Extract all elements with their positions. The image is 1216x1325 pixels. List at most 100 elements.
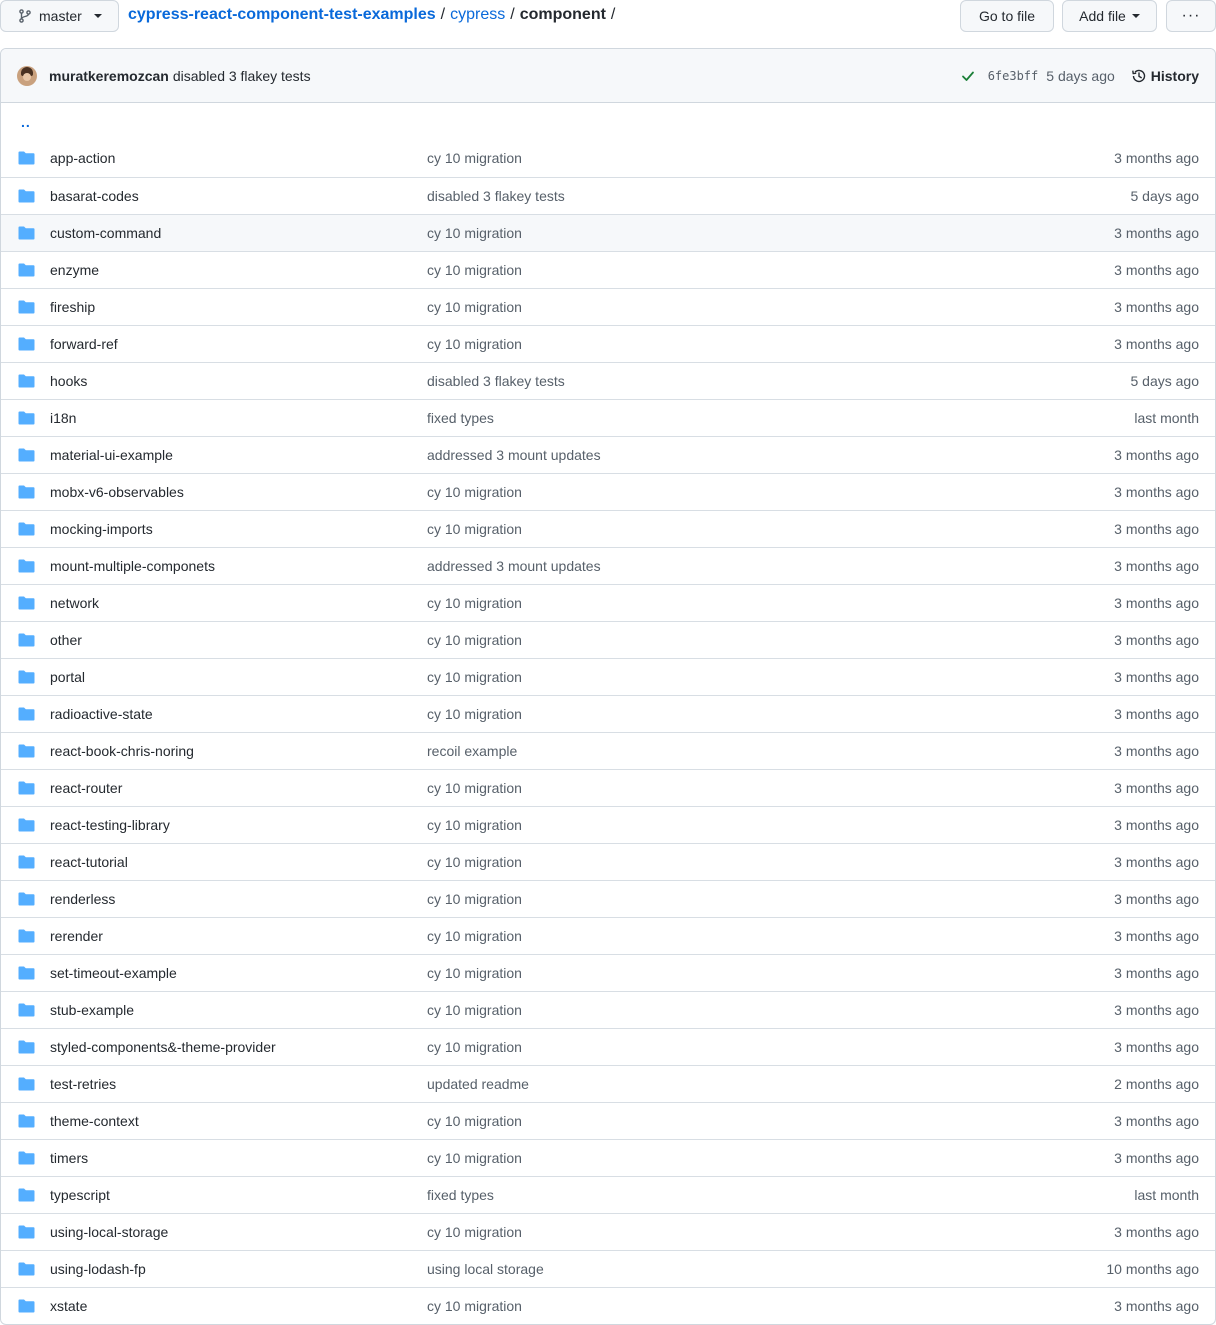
file-commit-message-link[interactable]: cy 10 migration: [427, 299, 522, 315]
file-commit-message-link[interactable]: cy 10 migration: [427, 595, 522, 611]
file-commit-message-link[interactable]: recoil example: [427, 743, 517, 759]
file-commit-message-link[interactable]: addressed 3 mount updates: [427, 558, 601, 574]
file-row[interactable]: custom-command cy 10 migration 3 months ag…: [1, 214, 1215, 251]
file-name-link[interactable]: timers: [50, 1150, 88, 1166]
file-row[interactable]: material-ui-example addressed 3 mount upd…: [1, 436, 1215, 473]
file-commit-message-link[interactable]: cy 10 migration: [427, 817, 522, 833]
file-commit-message-link[interactable]: cy 10 migration: [427, 1002, 522, 1018]
file-commit-message-link[interactable]: cy 10 migration: [427, 1150, 522, 1166]
file-commit-message-link[interactable]: cy 10 migration: [427, 780, 522, 796]
file-name-link[interactable]: stub-example: [50, 1002, 134, 1018]
file-row[interactable]: network cy 10 migration 3 months ago: [1, 584, 1215, 621]
file-name-link[interactable]: custom-command: [50, 225, 161, 241]
file-name-link[interactable]: mocking-imports: [50, 521, 153, 537]
go-to-file-button[interactable]: Go to file: [960, 0, 1054, 32]
file-commit-message-link[interactable]: cy 10 migration: [427, 1224, 522, 1240]
file-row[interactable]: timers cy 10 migration 3 months ago: [1, 1139, 1215, 1176]
file-commit-message-link[interactable]: cy 10 migration: [427, 632, 522, 648]
file-commit-message-link[interactable]: fixed types: [427, 410, 494, 426]
file-name-link[interactable]: set-timeout-example: [50, 965, 177, 981]
file-row[interactable]: styled-components&-theme-provider cy 10 m…: [1, 1028, 1215, 1065]
file-commit-message-link[interactable]: updated readme: [427, 1076, 529, 1092]
breadcrumb-repo-link[interactable]: cypress-react-component-test-examples: [128, 6, 436, 24]
file-commit-message-link[interactable]: cy 10 migration: [427, 150, 522, 166]
file-name-link[interactable]: app-action: [50, 150, 115, 166]
file-name-link[interactable]: enzyme: [50, 262, 99, 278]
file-row[interactable]: enzyme cy 10 migration 3 months ago: [1, 251, 1215, 288]
file-name-link[interactable]: basarat-codes: [50, 188, 139, 204]
file-row[interactable]: rerender cy 10 migration 3 months ago: [1, 917, 1215, 954]
file-row[interactable]: react-book-chris-noring recoil example 3 m…: [1, 732, 1215, 769]
file-row[interactable]: mount-multiple-componets addressed 3 moun…: [1, 547, 1215, 584]
file-row[interactable]: xstate cy 10 migration 3 months ago: [1, 1287, 1215, 1324]
file-row[interactable]: other cy 10 migration 3 months ago: [1, 621, 1215, 658]
file-commit-message-link[interactable]: cy 10 migration: [427, 336, 522, 352]
file-name-link[interactable]: portal: [50, 669, 85, 685]
file-commit-message-link[interactable]: cy 10 migration: [427, 1113, 522, 1129]
file-row[interactable]: fireship cy 10 migration 3 months ago: [1, 288, 1215, 325]
file-name-link[interactable]: styled-components&-theme-provider: [50, 1039, 276, 1055]
file-name-link[interactable]: react-testing-library: [50, 817, 170, 833]
file-row[interactable]: radioactive-state cy 10 migration 3 months…: [1, 695, 1215, 732]
file-name-link[interactable]: using-local-storage: [50, 1224, 168, 1240]
file-commit-message-link[interactable]: cy 10 migration: [427, 669, 522, 685]
file-commit-message-link[interactable]: using local storage: [427, 1261, 544, 1277]
file-name-link[interactable]: other: [50, 632, 82, 648]
file-commit-message-link[interactable]: cy 10 migration: [427, 521, 522, 537]
file-name-link[interactable]: react-tutorial: [50, 854, 128, 870]
file-commit-message-link[interactable]: cy 10 migration: [427, 965, 522, 981]
file-commit-message-link[interactable]: addressed 3 mount updates: [427, 447, 601, 463]
file-row[interactable]: stub-example cy 10 migration 3 months ago: [1, 991, 1215, 1028]
file-commit-message-link[interactable]: cy 10 migration: [427, 1298, 522, 1314]
file-name-link[interactable]: fireship: [50, 299, 95, 315]
file-commit-message-link[interactable]: cy 10 migration: [427, 928, 522, 944]
branch-select-button[interactable]: master: [0, 0, 119, 32]
file-row[interactable]: react-router cy 10 migration 3 months ago: [1, 769, 1215, 806]
file-name-link[interactable]: renderless: [50, 891, 115, 907]
file-commit-message-link[interactable]: cy 10 migration: [427, 891, 522, 907]
history-link[interactable]: History: [1131, 68, 1199, 84]
commit-sha-link[interactable]: 6fe3bff: [988, 69, 1039, 83]
file-name-link[interactable]: test-retries: [50, 1076, 116, 1092]
file-row[interactable]: app-action cy 10 migration 3 months ago: [1, 140, 1215, 177]
file-name-link[interactable]: radioactive-state: [50, 706, 153, 722]
file-row[interactable]: hooks disabled 3 flakey tests 5 days ago: [1, 362, 1215, 399]
breadcrumb-dir-link[interactable]: cypress: [450, 6, 505, 24]
more-options-button[interactable]: ···: [1166, 0, 1216, 32]
file-row[interactable]: i18n fixed types last month: [1, 399, 1215, 436]
file-commit-message-link[interactable]: cy 10 migration: [427, 706, 522, 722]
file-row[interactable]: renderless cy 10 migration 3 months ago: [1, 880, 1215, 917]
file-commit-message-link[interactable]: cy 10 migration: [427, 1039, 522, 1055]
file-commit-message-link[interactable]: cy 10 migration: [427, 262, 522, 278]
file-name-link[interactable]: rerender: [50, 928, 103, 944]
file-name-link[interactable]: i18n: [50, 410, 76, 426]
file-name-link[interactable]: network: [50, 595, 99, 611]
file-row[interactable]: using-lodash-fp using local storage 10 mon…: [1, 1250, 1215, 1287]
file-row[interactable]: using-local-storage cy 10 migration 3 mont…: [1, 1213, 1215, 1250]
file-row[interactable]: basarat-codes disabled 3 flakey tests 5 da…: [1, 177, 1215, 214]
file-row[interactable]: react-tutorial cy 10 migration 3 months ag…: [1, 843, 1215, 880]
commit-author-link[interactable]: muratkeremozcan: [49, 68, 169, 84]
file-row[interactable]: forward-ref cy 10 migration 3 months ago: [1, 325, 1215, 362]
file-row[interactable]: theme-context cy 10 migration 3 months ago: [1, 1102, 1215, 1139]
commit-message-link[interactable]: disabled 3 flakey tests: [173, 68, 311, 84]
file-name-link[interactable]: typescript: [50, 1187, 110, 1203]
file-name-link[interactable]: mount-multiple-componets: [50, 558, 215, 574]
file-name-link[interactable]: xstate: [50, 1298, 87, 1314]
file-name-link[interactable]: using-lodash-fp: [50, 1261, 146, 1277]
add-file-button[interactable]: Add file: [1062, 0, 1157, 32]
file-name-link[interactable]: material-ui-example: [50, 447, 173, 463]
check-icon[interactable]: [960, 68, 976, 84]
avatar[interactable]: [17, 65, 37, 86]
file-name-link[interactable]: theme-context: [50, 1113, 139, 1129]
file-name-link[interactable]: hooks: [50, 373, 87, 389]
file-name-link[interactable]: mobx-v6-observables: [50, 484, 184, 500]
file-row[interactable]: portal cy 10 migration 3 months ago: [1, 658, 1215, 695]
file-commit-message-link[interactable]: cy 10 migration: [427, 225, 522, 241]
parent-directory-link[interactable]: ..: [1, 103, 1215, 140]
file-name-link[interactable]: react-router: [50, 780, 122, 796]
file-commit-message-link[interactable]: cy 10 migration: [427, 484, 522, 500]
file-commit-message-link[interactable]: disabled 3 flakey tests: [427, 188, 565, 204]
file-commit-message-link[interactable]: fixed types: [427, 1187, 494, 1203]
file-row[interactable]: typescript fixed types last month: [1, 1176, 1215, 1213]
